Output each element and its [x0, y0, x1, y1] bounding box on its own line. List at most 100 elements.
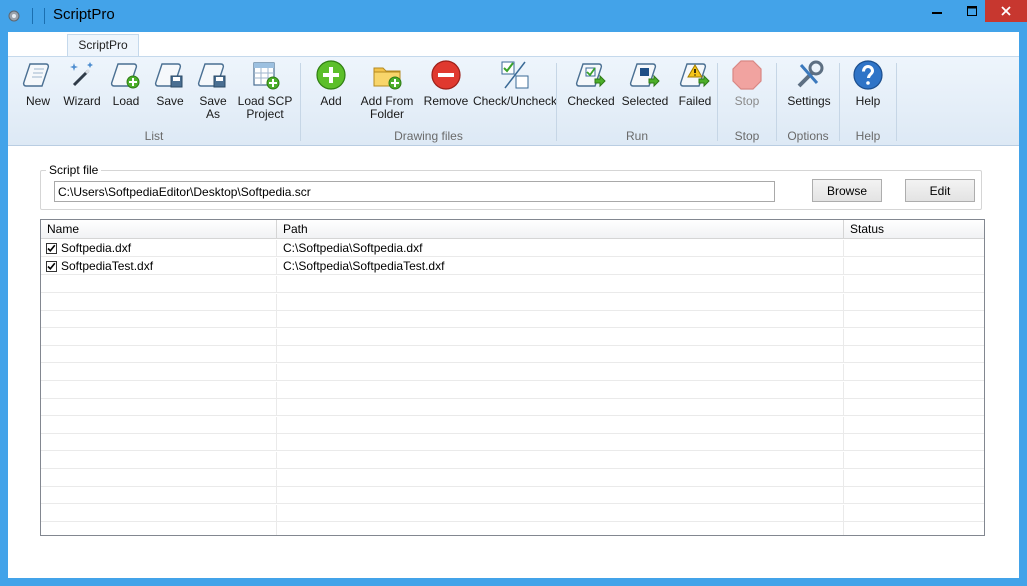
save-as-button[interactable]: Save As: [193, 59, 233, 121]
close-icon: [1001, 6, 1011, 16]
app-window: ScriptPro ScriptPro New Wizard Load Save…: [0, 0, 1027, 586]
row-checkbox[interactable]: [46, 261, 57, 272]
help-label: Help: [855, 94, 881, 108]
script-file-label: Script file: [46, 163, 102, 177]
empty-cell: [41, 416, 277, 434]
window-title: ScriptPro: [53, 6, 115, 23]
load-scp-label-2: Project: [246, 107, 284, 121]
path-cell: C:\Softpedia\Softpedia.dxf: [277, 240, 844, 257]
empty-cell: [844, 294, 984, 311]
settings-button[interactable]: Settings: [784, 59, 834, 108]
add-from-folder-button[interactable]: Add From Folder: [357, 59, 417, 121]
empty-cell: [844, 434, 984, 451]
column-header-name[interactable]: Name: [41, 220, 277, 239]
wizard-button[interactable]: Wizard: [60, 59, 104, 108]
minimize-icon: [932, 12, 942, 14]
empty-cell: [277, 328, 844, 346]
run-selected-button[interactable]: Selected: [619, 59, 671, 108]
row-checkbox[interactable]: [46, 243, 57, 254]
empty-row: [41, 487, 984, 505]
name-cell: Softpedia.dxf: [41, 240, 277, 257]
empty-row: [41, 522, 984, 535]
run-failed-icon: [679, 63, 710, 88]
save-label: Save: [156, 94, 184, 108]
empty-cell: [844, 364, 984, 381]
new-label: New: [25, 94, 50, 108]
edit-button[interactable]: Edit: [905, 179, 975, 202]
empty-cell: [41, 452, 277, 469]
empty-row: [41, 311, 984, 329]
empty-row: [41, 364, 984, 381]
script-file-input[interactable]: [54, 181, 775, 202]
save-button[interactable]: Save: [150, 59, 190, 108]
empty-cell: [844, 329, 984, 346]
add-button[interactable]: Add: [311, 59, 351, 108]
load-script-icon: [110, 63, 140, 89]
run-checked-icon: [575, 63, 606, 88]
gear-icon[interactable]: [6, 8, 22, 24]
wizard-label: Wizard: [63, 94, 101, 108]
ribbon-group-list: New Wizard Load Save Save As Load SCP Pr…: [8, 57, 300, 145]
empty-row: [41, 399, 984, 417]
run-selected-icon: [629, 63, 660, 88]
empty-cell: [277, 276, 844, 293]
check-uncheck-button[interactable]: Check/Uncheck: [471, 59, 559, 108]
empty-row: [41, 381, 984, 399]
empty-cell: [277, 469, 844, 487]
empty-cell: [41, 346, 277, 364]
run-failed-button[interactable]: Failed: [673, 59, 717, 108]
load-button[interactable]: Load: [106, 59, 146, 108]
empty-cell: [844, 346, 984, 363]
empty-cell: [844, 276, 984, 293]
stop-button[interactable]: Stop: [727, 59, 767, 108]
empty-cell: [277, 416, 844, 434]
remove-icon: [431, 60, 461, 90]
run-checked-label: Checked: [567, 94, 615, 108]
table-row[interactable]: SoftpediaTest.dxf C:\Softpedia\Softpedia…: [41, 258, 984, 275]
column-header-path[interactable]: Path: [277, 220, 844, 239]
empty-row: [41, 416, 984, 434]
empty-cell: [277, 504, 844, 522]
remove-button[interactable]: Remove: [421, 59, 471, 108]
table-row[interactable]: Softpedia.dxf C:\Softpedia\Softpedia.dxf: [41, 240, 984, 257]
save-as-label-1: Save: [199, 94, 227, 108]
empty-cell: [277, 311, 844, 329]
empty-cell: [41, 276, 277, 293]
maximize-icon: [967, 6, 977, 16]
status-cell: [844, 240, 984, 257]
browse-button[interactable]: Browse: [812, 179, 882, 202]
save-as-icon: [197, 63, 226, 88]
save-as-label-2: As: [205, 107, 220, 121]
empty-cell: [277, 346, 844, 364]
empty-cell: [277, 364, 844, 381]
help-icon: [853, 60, 883, 90]
group-label-help: Help: [855, 129, 881, 143]
close-button[interactable]: [985, 0, 1027, 22]
ribbon-group-help: Help Help: [840, 57, 896, 145]
run-failed-label: Failed: [678, 94, 712, 108]
new-button[interactable]: New: [18, 59, 58, 108]
empty-row: [41, 452, 984, 469]
help-button[interactable]: Help: [848, 59, 888, 108]
ribbon-group-options: Settings Options: [777, 57, 839, 145]
ribbon-group-drawing-files: Add Add From Folder Remove Check/Uncheck…: [301, 57, 559, 145]
empty-row: [41, 469, 984, 487]
empty-cell: [277, 487, 844, 505]
empty-cell: [844, 417, 984, 434]
project-table-icon: [253, 62, 280, 90]
file-name: SoftpediaTest.dxf: [61, 259, 154, 273]
minimize-button[interactable]: [920, 0, 954, 22]
drawing-files-grid[interactable]: Name Path Status Softpedia.dxf C:\Softpe…: [40, 219, 985, 536]
empty-cell: [844, 452, 984, 469]
maximize-button[interactable]: [955, 0, 989, 22]
empty-row: [41, 346, 984, 364]
load-scp-project-button[interactable]: Load SCP Project: [234, 59, 296, 121]
add-label: Add: [320, 94, 342, 108]
ribbon: New Wizard Load Save Save As Load SCP Pr…: [8, 56, 1019, 146]
group-label-stop: Stop: [734, 129, 760, 143]
tab-scriptpro[interactable]: ScriptPro: [67, 34, 139, 57]
empty-row: [41, 328, 984, 346]
empty-cell: [41, 522, 277, 535]
run-checked-button[interactable]: Checked: [565, 59, 617, 108]
column-header-status[interactable]: Status: [844, 220, 984, 239]
